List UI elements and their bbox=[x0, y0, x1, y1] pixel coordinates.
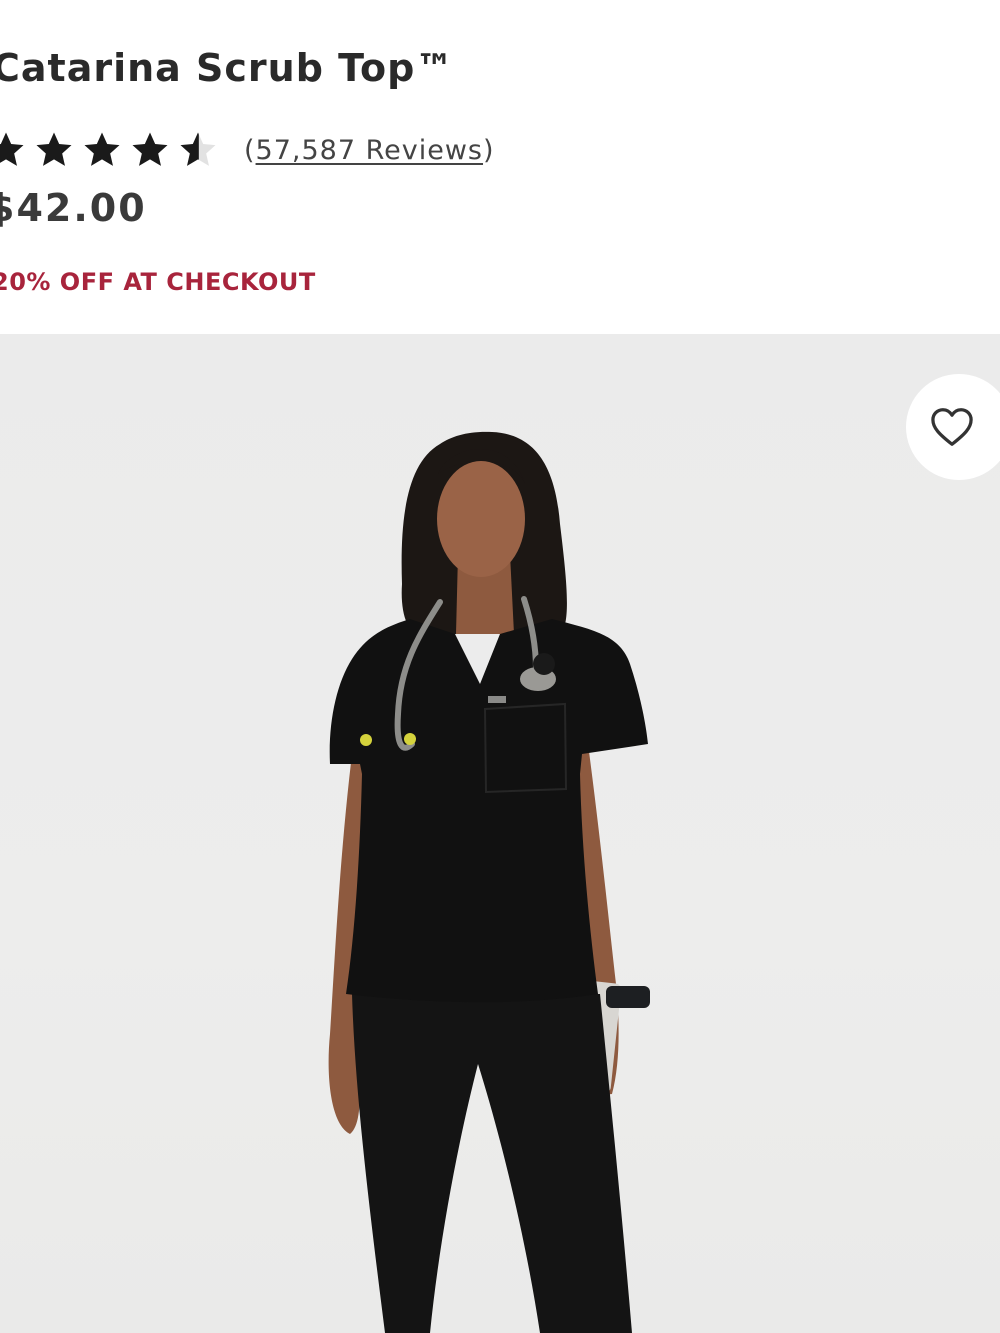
product-image[interactable] bbox=[0, 334, 1000, 1333]
star-icon bbox=[36, 132, 72, 166]
reviews-count: (57,587 Reviews) bbox=[244, 134, 495, 166]
star-half-icon bbox=[180, 132, 216, 166]
star-icon bbox=[84, 132, 120, 166]
product-info: Catarina Scrub Top™ (57,587 Reviews) $42… bbox=[0, 0, 1000, 334]
rating-row: (57,587 Reviews) bbox=[0, 126, 495, 174]
product-title: Catarina Scrub Top™ bbox=[0, 46, 455, 90]
product-price: $42.00 bbox=[0, 186, 147, 230]
heart-outline-icon bbox=[931, 408, 973, 446]
model-photo bbox=[328, 431, 650, 1333]
star-icon bbox=[132, 132, 168, 166]
star-icon bbox=[0, 132, 24, 166]
reviews-link[interactable]: 57,587 Reviews bbox=[256, 135, 483, 166]
promo-text: 20% OFF AT CHECKOUT bbox=[0, 268, 316, 296]
star-rating bbox=[0, 130, 226, 170]
